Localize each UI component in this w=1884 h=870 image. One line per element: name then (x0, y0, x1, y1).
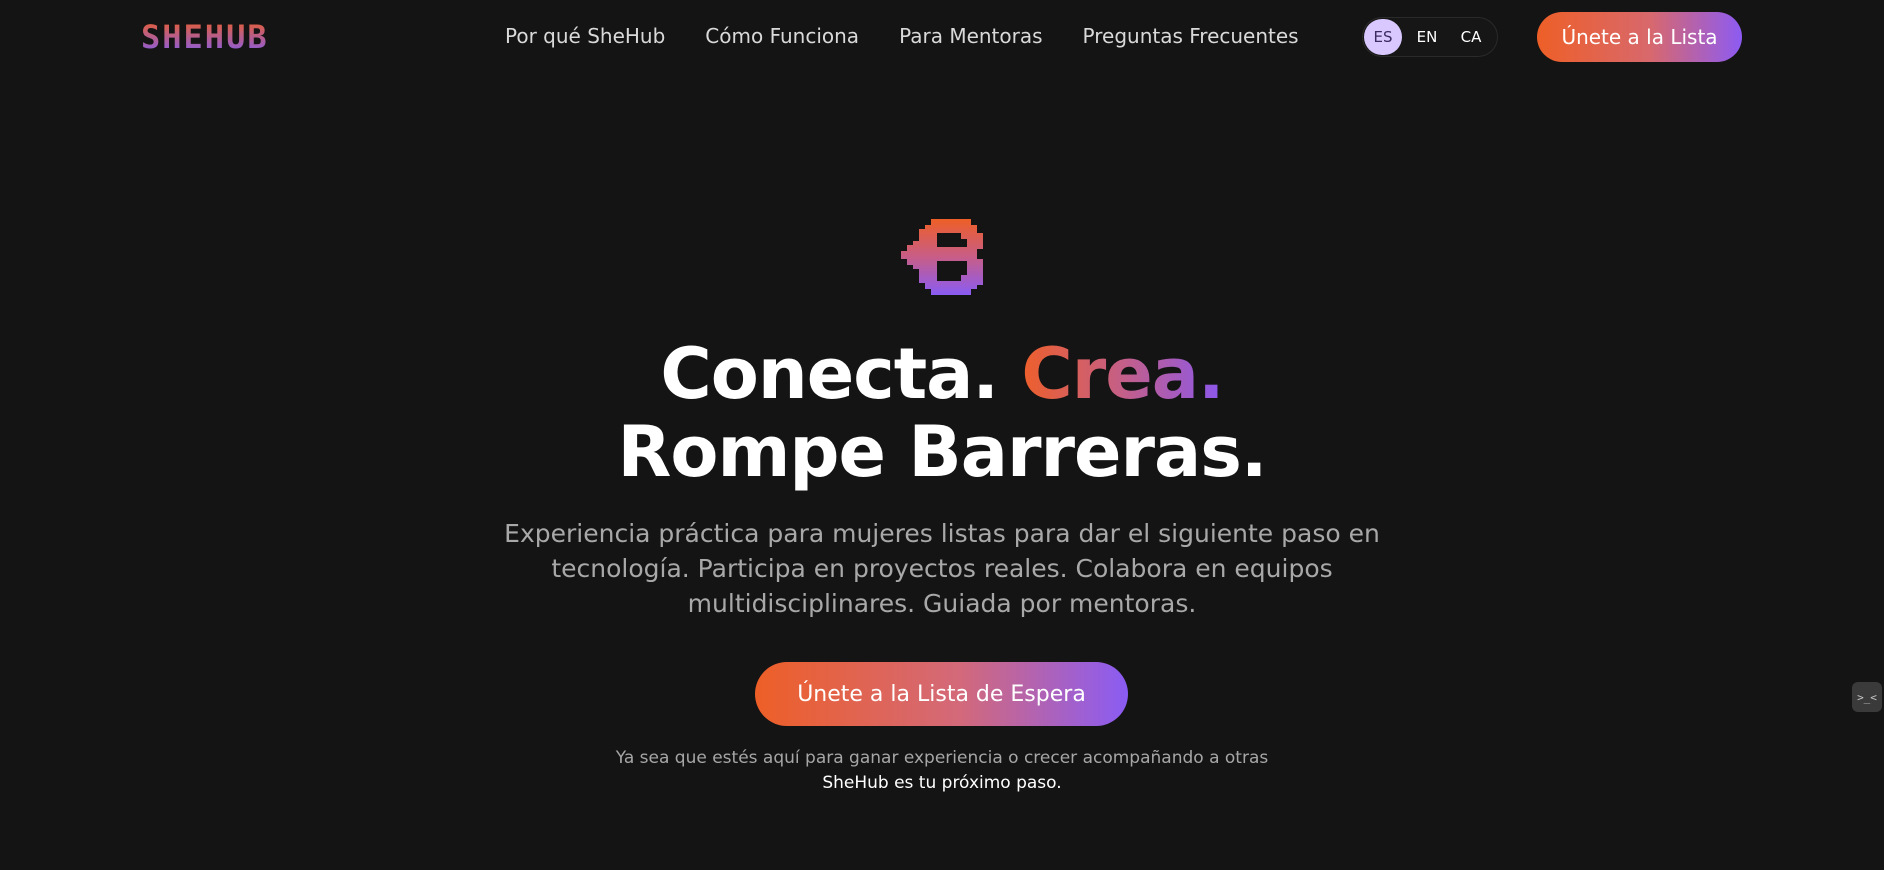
nav-link-for-mentors[interactable]: Para Mentoras (899, 24, 1042, 48)
language-switcher: ES EN CA (1362, 17, 1498, 57)
join-waitlist-button[interactable]: Únete a la Lista de Espera (755, 662, 1128, 726)
headline-connect: Conecta. (660, 333, 999, 415)
nav-link-why-shehub[interactable]: Por qué SheHub (505, 24, 665, 48)
language-ca-button[interactable]: CA (1452, 19, 1490, 55)
hero-headline-line-1: Conecta. Crea. (0, 335, 1884, 413)
svg-text:SHEHUB: SHEHUB (141, 22, 269, 52)
nav-links: Por qué SheHub Cómo Funciona Para Mentor… (505, 24, 1299, 48)
hero-note-emphasis: SheHub es tu próximo paso. (822, 773, 1062, 793)
shehub-brand-icon (901, 219, 983, 295)
top-navigation: SHEHUB Por qué SheHub Cómo Funciona Para… (0, 0, 1884, 74)
hero-headline-line-2: Rompe Barreras. (617, 411, 1267, 493)
hero-note: Ya sea que estés aquí para ganar experie… (615, 748, 1269, 768)
hero-subtitle: Experiencia práctica para mujeres listas… (504, 519, 1380, 618)
language-en-button[interactable]: EN (1408, 19, 1446, 55)
shehub-logo[interactable]: SHEHUB (141, 22, 321, 52)
language-es-button[interactable]: ES (1364, 19, 1402, 55)
join-list-button[interactable]: Únete a la Lista (1537, 12, 1742, 62)
nav-link-faq[interactable]: Preguntas Frecuentes (1083, 24, 1299, 48)
nav-link-how-it-works[interactable]: Cómo Funciona (705, 24, 859, 48)
code-bracket-icon[interactable]: >_< (1852, 682, 1882, 712)
headline-create: Crea. (1021, 333, 1224, 415)
